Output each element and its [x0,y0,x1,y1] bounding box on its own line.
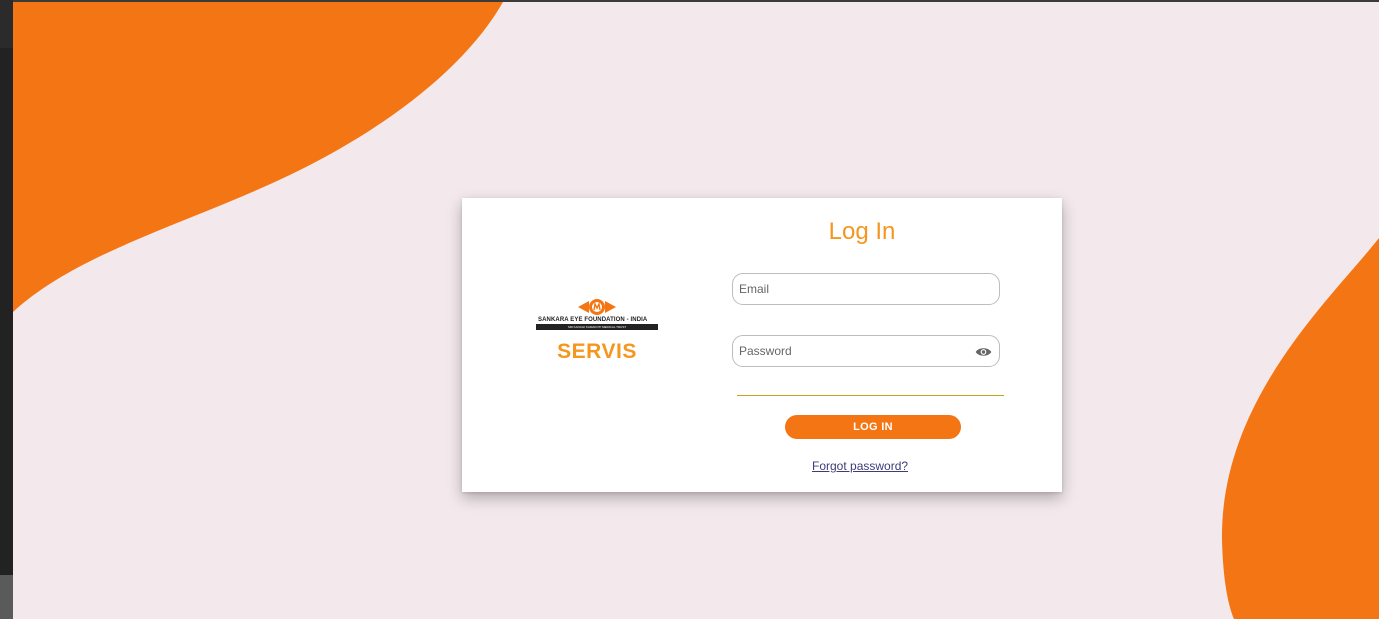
login-page: SANKARA EYE FOUNDATION - INDIA SRI KANCH… [0,0,1379,619]
brand-logo: SANKARA EYE FOUNDATION - INDIA SRI KANCH… [536,298,658,364]
forgot-password-link[interactable]: Forgot password? [812,459,908,473]
login-button[interactable]: LOG IN [785,415,961,439]
password-input[interactable] [733,336,969,366]
password-field[interactable] [732,335,1000,367]
trust-name-bar: SRI KANCHI KAMAKOTI MEDICAL TRUST [536,324,658,330]
sankara-eye-emblem-icon [578,299,616,315]
organization-name: SANKARA EYE FOUNDATION - INDIA [538,317,648,323]
email-input[interactable] [733,274,969,304]
login-card: SANKARA EYE FOUNDATION - INDIA SRI KANCH… [462,198,1062,492]
email-field[interactable] [732,273,1000,305]
login-title: Log In [828,218,896,245]
eye-icon[interactable] [975,346,992,358]
form-divider [737,395,1004,396]
left-window-edge [0,0,13,619]
product-name: SERVIS [557,340,637,363]
